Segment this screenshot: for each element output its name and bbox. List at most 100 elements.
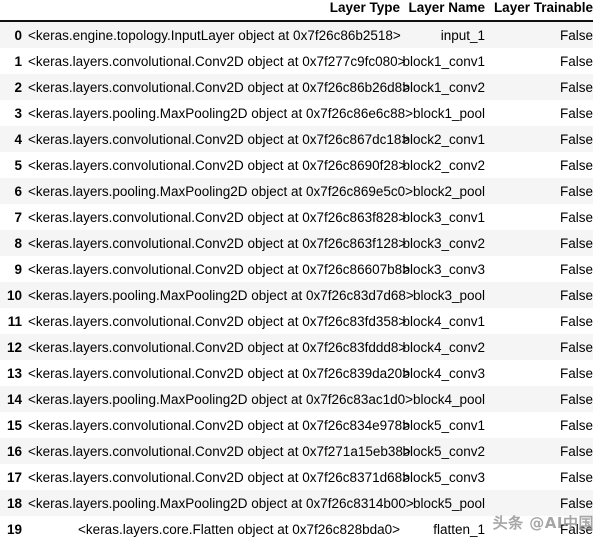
row-index-cell: 0 [14,27,22,43]
cell-layer-name: flatten_1 [433,521,485,537]
row-index-cell: 12 [6,339,22,355]
cell-layer-name: block5_pool [412,495,485,511]
row-index-cell: 6 [14,183,22,199]
row-index-cell: 7 [14,209,22,225]
cell-layer-trainable: False [559,261,593,277]
table-row: 7 <keras.layers.convolutional.Conv2D obje… [0,204,593,230]
cell-layer-name: block3_pool [412,287,485,303]
cell-layer-name: block1_conv1 [402,53,485,69]
cell-layer-name: block1_pool [412,105,485,121]
table-row: 3 <keras.layers.pooling.MaxPooling2D obje… [0,100,593,126]
cell-layer-name: block4_conv1 [402,313,485,329]
row-index-cell: 1 [14,53,22,69]
row-index-cell: 19 [6,521,22,537]
cell-layer-name: block3_conv3 [402,261,485,277]
cell-layer-name: block2_pool [412,183,485,199]
layers-table: Layer Type Layer Name Layer Trainable 0 <… [0,0,593,542]
table-row: 10 <keras.layers.pooling.MaxPooling2D obj… [0,282,593,308]
cell-layer-type: <keras.layers.pooling.MaxPooling2D objec… [28,105,413,121]
table-row: 1 <keras.layers.convolutional.Conv2D obje… [0,48,593,74]
cell-layer-trainable: False [559,209,593,225]
column-header-layer-name: Layer Name [400,0,485,21]
cell-layer-name: block2_conv1 [402,131,485,147]
cell-layer-trainable: False [559,157,593,173]
cell-layer-trainable: False [559,131,593,147]
table-body: 0 <keras.engine.topology.InputLayer objec… [0,21,593,542]
cell-layer-name: block4_pool [412,391,485,407]
cell-layer-trainable: False [559,105,593,121]
cell-layer-trainable: False [559,521,593,537]
table-row: 0 <keras.engine.topology.InputLayer objec… [0,21,593,48]
cell-layer-type: <keras.layers.convolutional.Conv2D objec… [28,261,410,277]
cell-layer-trainable: False [559,339,593,355]
cell-layer-trainable: False [559,417,593,433]
column-header-layer-type: Layer Type [28,0,400,21]
cell-layer-trainable: False [559,391,593,407]
cell-layer-type: <keras.layers.convolutional.Conv2D objec… [28,235,407,251]
row-index-cell: 9 [14,261,22,277]
table-row: 6 <keras.layers.pooling.MaxPooling2D obje… [0,178,593,204]
row-index-cell: 4 [14,131,22,147]
cell-layer-trainable: False [559,79,593,95]
row-index-cell: 16 [6,443,22,459]
row-index-cell: 17 [6,469,22,485]
cell-layer-trainable: False [559,443,593,459]
cell-layer-trainable: False [559,53,593,69]
cell-layer-type: <keras.layers.convolutional.Conv2D objec… [28,339,407,355]
cell-layer-name: block3_conv2 [402,235,485,251]
table-row: 12 <keras.layers.convolutional.Conv2D obj… [0,334,593,360]
table-row: 16 <keras.layers.convolutional.Conv2D obj… [0,438,593,464]
cell-layer-type: <keras.layers.convolutional.Conv2D objec… [28,365,410,381]
table-row: 11 <keras.layers.convolutional.Conv2D obj… [0,308,593,334]
row-index-cell: 18 [6,495,22,511]
cell-layer-trainable: False [559,287,593,303]
dataframe-container: Layer Type Layer Name Layer Trainable 0 <… [0,0,600,547]
table-row: 13 <keras.layers.convolutional.Conv2D obj… [0,360,593,386]
table-row: 15 <keras.layers.convolutional.Conv2D obj… [0,412,593,438]
cell-layer-name: block5_conv1 [402,417,485,433]
table-row: 14 <keras.layers.pooling.MaxPooling2D obj… [0,386,593,412]
cell-layer-trainable: False [559,183,593,199]
cell-layer-type: <keras.layers.convolutional.Conv2D objec… [28,417,410,433]
cell-layer-name: block3_conv1 [402,209,485,225]
row-index-cell: 15 [6,417,22,433]
column-header-layer-trainable: Layer Trainable [485,0,593,21]
cell-layer-type: <keras.layers.convolutional.Conv2D objec… [28,157,407,173]
row-index-cell: 13 [6,365,22,381]
table-row: 5 <keras.layers.convolutional.Conv2D obje… [0,152,593,178]
table-header-row: Layer Type Layer Name Layer Trainable [0,0,593,21]
cell-layer-type: <keras.layers.convolutional.Conv2D objec… [28,469,410,485]
cell-layer-name: block4_conv3 [402,365,485,381]
table-header: Layer Type Layer Name Layer Trainable [0,0,593,21]
cell-layer-trainable: False [559,313,593,329]
cell-layer-name: block5_conv2 [402,443,485,459]
row-index-cell: 5 [14,157,22,173]
cell-layer-type: <keras.layers.convolutional.Conv2D objec… [28,53,406,69]
row-index-cell: 3 [14,105,22,121]
cell-layer-trainable: False [559,235,593,251]
cell-layer-trainable: False [559,365,593,381]
cell-layer-type: <keras.layers.pooling.MaxPooling2D objec… [28,495,414,511]
cell-layer-name: input_1 [440,27,485,43]
row-index-cell: 10 [6,287,22,303]
cell-layer-type: <keras.layers.pooling.MaxPooling2D objec… [28,391,413,407]
column-header-index [0,0,28,21]
cell-layer-trainable: False [559,27,593,43]
cell-layer-type: <keras.layers.pooling.MaxPooling2D objec… [28,287,414,303]
table-row: 9 <keras.layers.convolutional.Conv2D obje… [0,256,593,282]
cell-layer-type: <keras.layers.convolutional.Conv2D objec… [28,209,407,225]
table-row: 19 <keras.layers.core.Flatten object at 0… [0,516,593,542]
cell-layer-name: block4_conv2 [402,339,485,355]
cell-layer-type: <keras.engine.topology.InputLayer object… [28,27,401,43]
row-index-cell: 8 [14,235,22,251]
cell-layer-type: <keras.layers.convolutional.Conv2D objec… [28,79,410,95]
cell-layer-type: <keras.layers.convolutional.Conv2D objec… [28,131,410,147]
cell-layer-trainable: False [559,495,593,511]
table-row: 17 <keras.layers.convolutional.Conv2D obj… [0,464,593,490]
table-row: 18 <keras.layers.pooling.MaxPooling2D obj… [0,490,593,516]
cell-layer-name: block1_conv2 [402,79,485,95]
cell-layer-trainable: False [559,469,593,485]
table-row: 4 <keras.layers.convolutional.Conv2D obje… [0,126,593,152]
cell-layer-type: <keras.layers.convolutional.Conv2D objec… [28,313,407,329]
row-index-cell: 14 [6,391,22,407]
